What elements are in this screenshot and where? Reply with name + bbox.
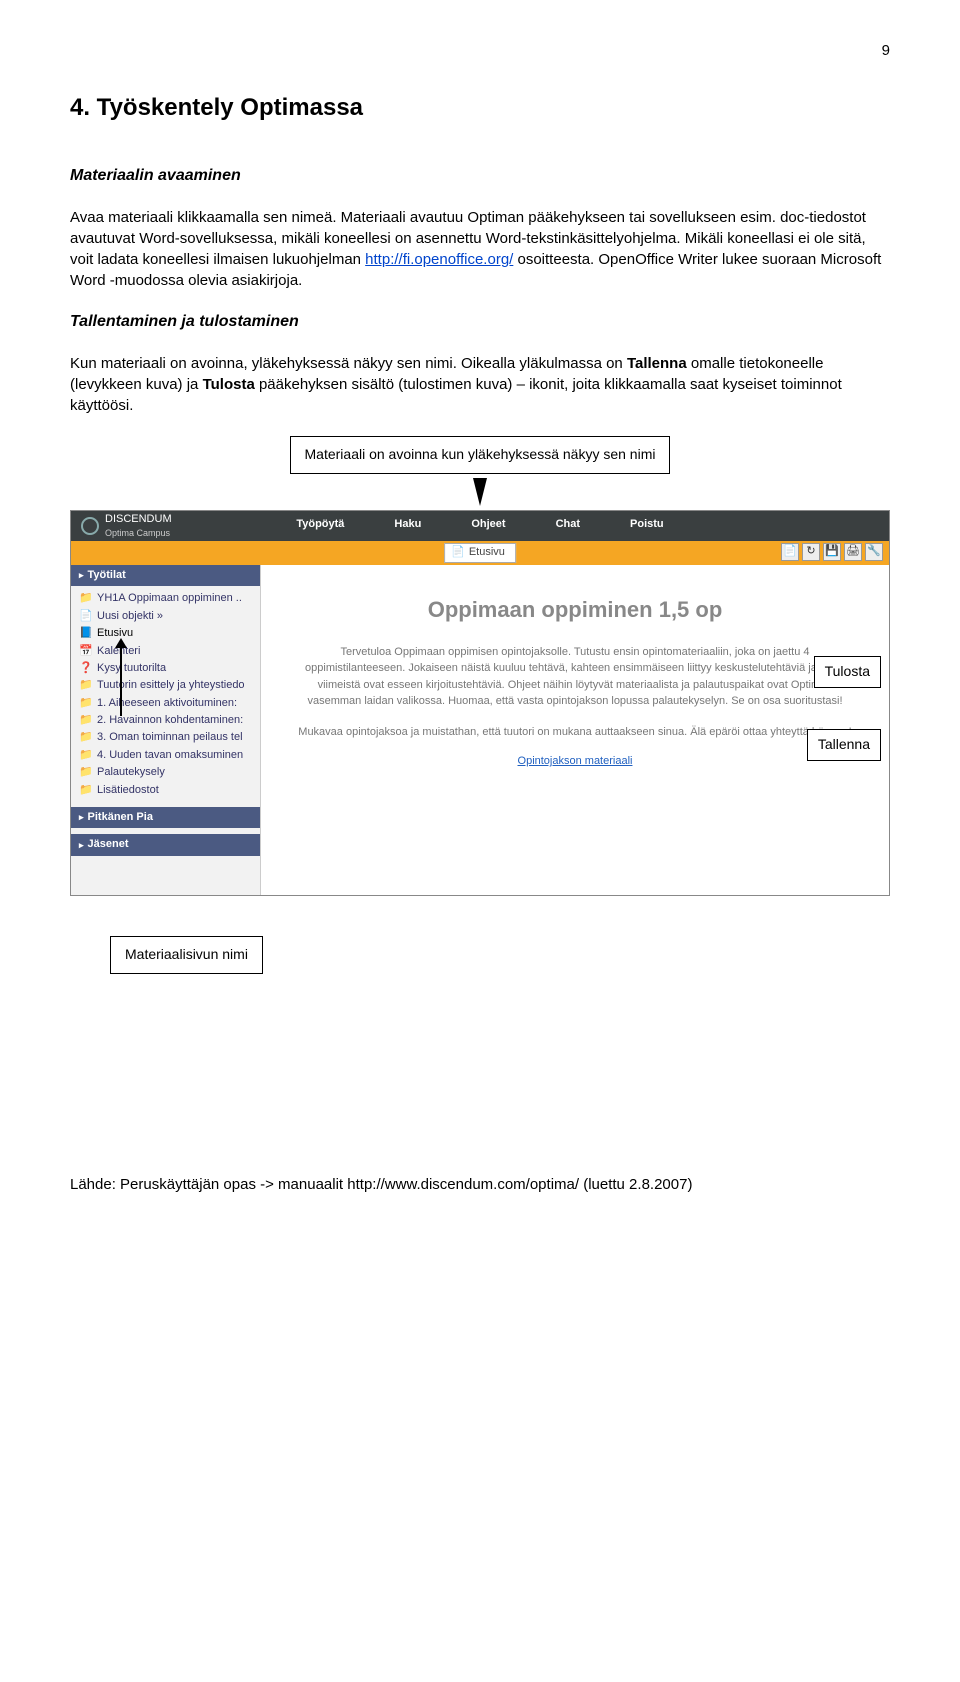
content-paragraph-2: Mukavaa opintojaksoa ja muistathan, että…	[291, 724, 859, 741]
folder-icon: 📁	[79, 696, 93, 711]
callout-tallenna: Tallenna	[807, 729, 881, 761]
shot-topbar: DISCENDUM Optima Campus Työpöytä Haku Oh…	[71, 511, 889, 541]
page-icon: 📄	[79, 609, 93, 624]
nav-tyopoyta[interactable]: Työpöytä	[296, 517, 344, 532]
arrow-up-icon	[115, 638, 127, 648]
page-icon: 📄	[451, 545, 465, 560]
sidebar-header-user[interactable]: Pitkänen Pia	[71, 807, 260, 828]
folder-icon: 📁	[79, 713, 93, 728]
sidebar-list: 📁YH1A Oppimaan oppiminen .. 📄Uusi objekt…	[71, 586, 260, 807]
sidebar-item[interactable]: 📁Tuutorin esittely ja yhteystiedo	[77, 677, 260, 694]
paragraph-1: Avaa materiaali klikkaamalla sen nimeä. …	[70, 207, 890, 291]
sidebar-item[interactable]: 📄Uusi objekti »	[77, 608, 260, 625]
frontpage-tab[interactable]: 📄 Etusivu	[444, 543, 516, 562]
shot-tabbar: 📄 Etusivu 📄 ↻ 💾 🖨 🔧	[71, 541, 889, 565]
content-frame: Oppimaan oppiminen 1,5 op Tervetuloa Opp…	[261, 565, 889, 895]
callout-bottom: Materiaalisivun nimi	[110, 936, 263, 974]
subheading-2: Tallentaminen ja tulostaminen	[70, 311, 890, 333]
calendar-icon: 📅	[79, 644, 93, 659]
heading-main: 4. Työskentely Optimassa	[70, 91, 890, 125]
nav-ohjeet[interactable]: Ohjeet	[471, 517, 505, 532]
folder-icon: 📁	[79, 730, 93, 745]
sidebar: Työtilat 📁YH1A Oppimaan oppiminen .. 📄Uu…	[71, 565, 261, 895]
sidebar-header-members[interactable]: Jäsenet	[71, 834, 260, 855]
arrow-down-icon	[473, 478, 487, 506]
openoffice-link[interactable]: http://fi.openoffice.org/	[365, 251, 513, 268]
callout-tulosta: Tulosta	[814, 656, 881, 688]
folder-icon: 📁	[79, 748, 93, 763]
nav-haku[interactable]: Haku	[394, 517, 421, 532]
paragraph-2: Kun materiaali on avoinna, yläkehyksessä…	[70, 353, 890, 416]
content-title: Oppimaan oppiminen 1,5 op	[291, 595, 859, 626]
content-paragraph-1: Tervetuloa Oppimaan oppimisen opintojaks…	[291, 644, 859, 710]
callout-top-wrap: Materiaali on avoinna kun yläkehyksessä …	[70, 436, 890, 506]
subheading-1: Materiaalin avaaminen	[70, 165, 890, 187]
page-icon: 📘	[79, 626, 93, 641]
nav-poistu[interactable]: Poistu	[630, 517, 664, 532]
sidebar-item[interactable]: 📁Palautekysely	[77, 764, 260, 781]
sidebar-item[interactable]: 📁1. Aiheeseen aktivoituminen:	[77, 695, 260, 712]
sidebar-item[interactable]: 📁3. Oman toiminnan peilaus tel	[77, 729, 260, 746]
optima-screenshot: DISCENDUM Optima Campus Työpöytä Haku Oh…	[70, 510, 890, 896]
folder-icon: 📁	[79, 765, 93, 780]
sidebar-item[interactable]: ❓Kysy tuutorilta	[77, 660, 260, 677]
sidebar-item[interactable]: 📁4. Uuden tavan omaksuminen	[77, 747, 260, 764]
folder-icon: 📁	[79, 783, 93, 798]
material-link[interactable]: Opintojakson materiaali	[518, 755, 633, 767]
page-number: 9	[70, 40, 890, 61]
settings-icon[interactable]: 🔧	[865, 543, 883, 561]
top-nav: Työpöytä Haku Ohjeet Chat Poistu	[71, 517, 889, 532]
question-icon: ❓	[79, 661, 93, 676]
footer-source: Lähde: Peruskäyttäjän opas -> manuaalit …	[70, 1174, 890, 1195]
sidebar-header-workspaces[interactable]: Työtilat	[71, 565, 260, 586]
callout-bottom-wrap: Materiaalisivun nimi	[110, 936, 890, 974]
callout-top: Materiaali on avoinna kun yläkehyksessä …	[290, 436, 671, 474]
sidebar-item[interactable]: 📅Kalenteri	[77, 643, 260, 660]
sidebar-item[interactable]: 📁Lisätiedostot	[77, 782, 260, 799]
refresh-icon[interactable]: ↻	[802, 543, 820, 561]
nav-chat[interactable]: Chat	[556, 517, 580, 532]
file-icon[interactable]: 📄	[781, 543, 799, 561]
save-icon[interactable]: 💾	[823, 543, 841, 561]
sidebar-item[interactable]: 📁2. Havainnon kohdentaminen:	[77, 712, 260, 729]
print-icon[interactable]: 🖨	[844, 543, 862, 561]
folder-icon: 📁	[79, 678, 93, 693]
sidebar-item-etusivu[interactable]: 📘Etusivu	[77, 625, 260, 642]
sidebar-item[interactable]: 📁YH1A Oppimaan oppiminen ..	[77, 590, 260, 607]
folder-icon: 📁	[79, 591, 93, 606]
